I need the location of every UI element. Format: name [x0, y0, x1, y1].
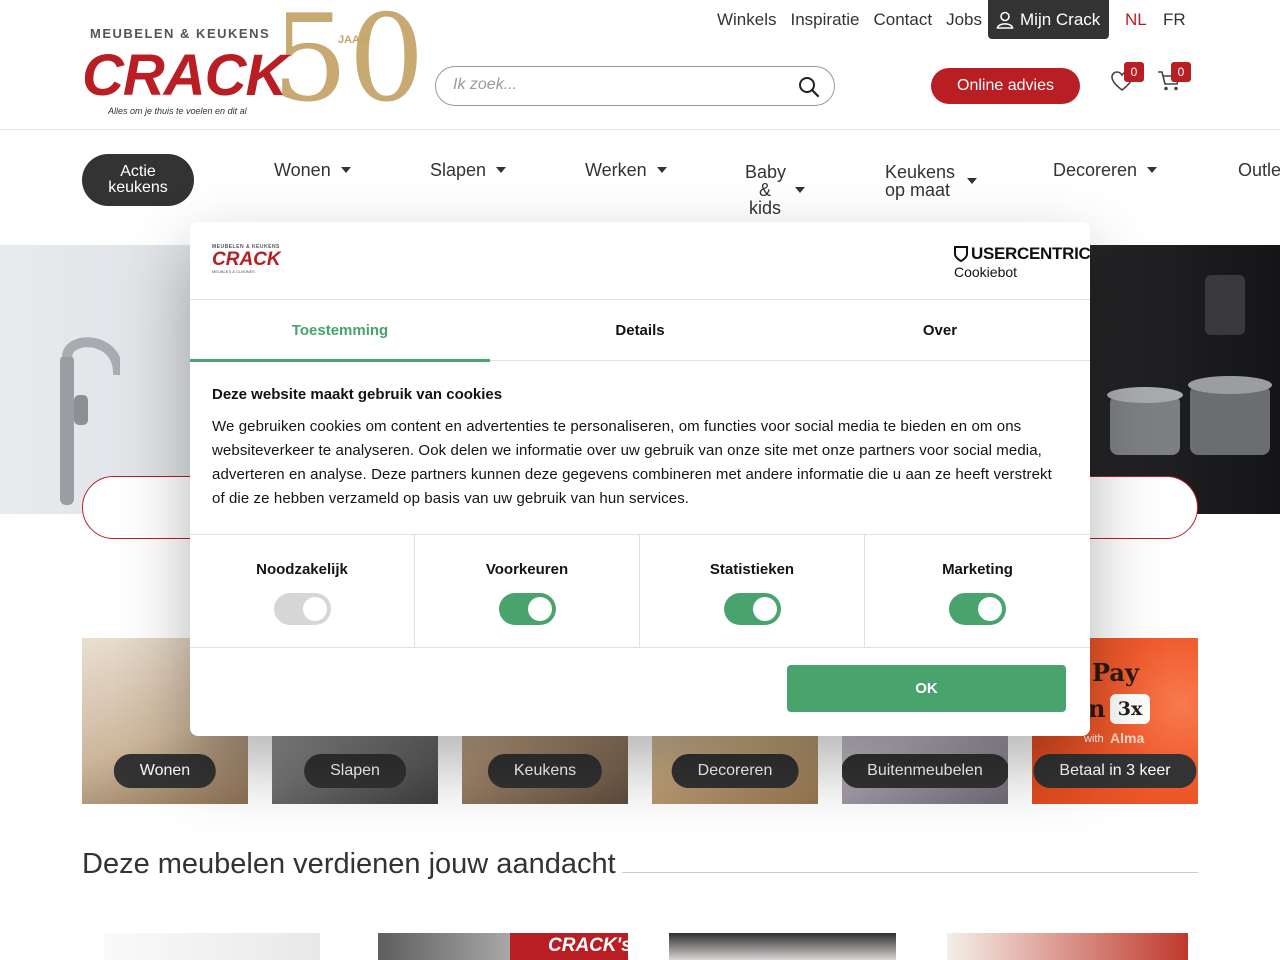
logo-slogan: Alles om je thuis te voelen en dit al: [108, 106, 247, 116]
top-links: Winkels Inspiratie Contact Jobs: [717, 10, 982, 30]
anniversary-label: JAAR: [338, 34, 368, 46]
wishlist-count-badge: 0: [1124, 62, 1144, 82]
nav-label: Decoreren: [1053, 160, 1138, 180]
consent-category-label: Noodzakelijk: [256, 561, 348, 578]
user-icon: [996, 11, 1014, 29]
top-link-contact[interactable]: Contact: [873, 10, 932, 30]
product-card-image[interactable]: [947, 933, 1188, 960]
logo-tagline: MEUBELEN & KEUKENS: [90, 26, 271, 41]
payment-n-text: n: [1088, 694, 1106, 723]
consent-category-label: Statistieken: [709, 561, 795, 578]
product-card-image[interactable]: [669, 933, 896, 960]
necessary-toggle: [274, 593, 331, 625]
nav-item-keukens-op-maat[interactable]: Keukens op maat: [885, 163, 977, 199]
nav-label: Wonen: [274, 160, 331, 180]
category-label: Keukens: [487, 754, 603, 788]
tab-over[interactable]: Over: [790, 300, 1090, 361]
category-label: Betaal in 3 keer: [1033, 754, 1197, 788]
dialog-header: MEUBELEN & KEUKENS CRACK MEUBLES & CUISI…: [190, 222, 1090, 300]
toggle-knob: [978, 597, 1002, 621]
dialog-heading: Deze website maakt gebruik van cookies: [212, 386, 503, 403]
nav-item-baby-kids[interactable]: Baby & kids: [745, 163, 805, 217]
search-bar: [435, 66, 835, 106]
section-title: Deze meubelen verdienen jouw aandacht: [82, 848, 616, 880]
nav-item-werken[interactable]: Werken: [585, 161, 667, 179]
nav-item-slapen[interactable]: Slapen: [430, 160, 507, 180]
dialog-logo-brand: CRACK: [212, 249, 281, 270]
nav-label: Outle: [1238, 160, 1280, 180]
cart-count-badge: 0: [1171, 62, 1191, 82]
category-label: Wonen: [113, 754, 217, 788]
lang-fr[interactable]: FR: [1163, 10, 1186, 30]
usercentrics-name: USERCENTRICS: [971, 244, 1090, 263]
cookie-consent-dialog: MEUBELEN & KEUKENS CRACK MEUBLES & CUISI…: [190, 222, 1090, 736]
consent-categories: Noodzakelijk Voorkeuren Statistieken Mar…: [190, 534, 1090, 648]
ok-button[interactable]: OK: [787, 665, 1066, 712]
online-advice-button[interactable]: Online advies: [931, 68, 1080, 104]
nav-item-decoreren[interactable]: Decoreren: [1053, 160, 1158, 180]
lang-nl[interactable]: NL: [1125, 10, 1147, 30]
search-icon[interactable]: [798, 76, 820, 98]
category-label: Slapen: [304, 754, 406, 788]
top-link-jobs[interactable]: Jobs: [946, 10, 982, 30]
product-card-image[interactable]: CRACK's: [378, 933, 628, 960]
payment-3x-badge: 3x: [1110, 694, 1150, 724]
toggle-knob: [303, 597, 327, 621]
my-account-button[interactable]: Mijn Crack: [988, 0, 1109, 39]
caret-down-icon: [967, 178, 977, 184]
consent-category-marketing: Marketing: [865, 535, 1090, 648]
nav-label: Werken: [585, 160, 647, 180]
marketing-toggle[interactable]: [949, 593, 1006, 625]
top-link-inspiratie[interactable]: Inspiratie: [791, 10, 860, 30]
cookiebot-label: Cookiebot: [954, 264, 1018, 280]
promo-kitchens-button[interactable]: Actie keukens: [82, 154, 194, 206]
product-card-image[interactable]: [104, 933, 320, 960]
anniversary-number: 50: [272, 0, 425, 129]
consent-category-label: Voorkeuren: [485, 561, 569, 578]
toggle-knob: [753, 597, 777, 621]
nav-item-wonen[interactable]: Wonen: [274, 161, 351, 179]
payment-pay-text: Pay: [1092, 658, 1139, 687]
product-promo-badge: CRACK's: [510, 933, 628, 960]
payment-with-text: with: [1084, 733, 1104, 745]
toggle-knob: [528, 597, 552, 621]
top-link-winkels[interactable]: Winkels: [717, 10, 777, 30]
category-label: Decoreren: [671, 754, 799, 788]
nav-label: Baby & kids: [745, 162, 787, 218]
caret-down-icon: [656, 167, 667, 173]
dialog-body: Deze website maakt gebruik van cookies W…: [212, 386, 1052, 511]
nav-item-outlet[interactable]: Outle: [1238, 161, 1280, 179]
caret-down-icon: [1147, 167, 1158, 173]
category-label: Buitenmeubelen: [842, 754, 1008, 788]
caret-down-icon: [795, 187, 805, 193]
shield-icon: [954, 246, 968, 262]
alma-logo: Alma: [1110, 730, 1145, 746]
crack-logo[interactable]: 50 JAAR MEUBELEN & KEUKENS CRACK Alles o…: [82, 0, 425, 126]
dialog-tabs: Toestemming Details Over: [190, 300, 1090, 362]
section-divider: [622, 872, 1198, 873]
logo-brand: CRACK: [82, 43, 287, 108]
tab-toestemming[interactable]: Toestemming: [190, 300, 490, 362]
nav-label: Slapen: [430, 160, 487, 180]
consent-category-noodzakelijk: Noodzakelijk: [190, 535, 415, 648]
tab-details[interactable]: Details: [490, 300, 790, 361]
consent-category-voorkeuren: Voorkeuren: [415, 535, 640, 648]
consent-category-label: Marketing: [942, 561, 1013, 578]
search-input[interactable]: [453, 76, 783, 94]
nav-label: Keukens op maat: [885, 162, 956, 200]
my-account-label: Mijn Crack: [1020, 9, 1101, 29]
site-header: 50 JAAR MEUBELEN & KEUKENS CRACK Alles o…: [0, 0, 1280, 130]
preferences-toggle[interactable]: [499, 593, 556, 625]
usercentrics-logo[interactable]: USERCENTRICS Cookiebot: [954, 244, 1090, 280]
caret-down-icon: [496, 167, 507, 173]
statistics-toggle[interactable]: [724, 593, 781, 625]
consent-category-statistieken: Statistieken: [640, 535, 865, 648]
crack-logo-small: MEUBELEN & KEUKENS CRACK MEUBLES & CUISI…: [212, 244, 282, 284]
dialog-body-text: We gebruiken cookies om content en adver…: [212, 418, 1052, 507]
caret-down-icon: [340, 167, 351, 173]
